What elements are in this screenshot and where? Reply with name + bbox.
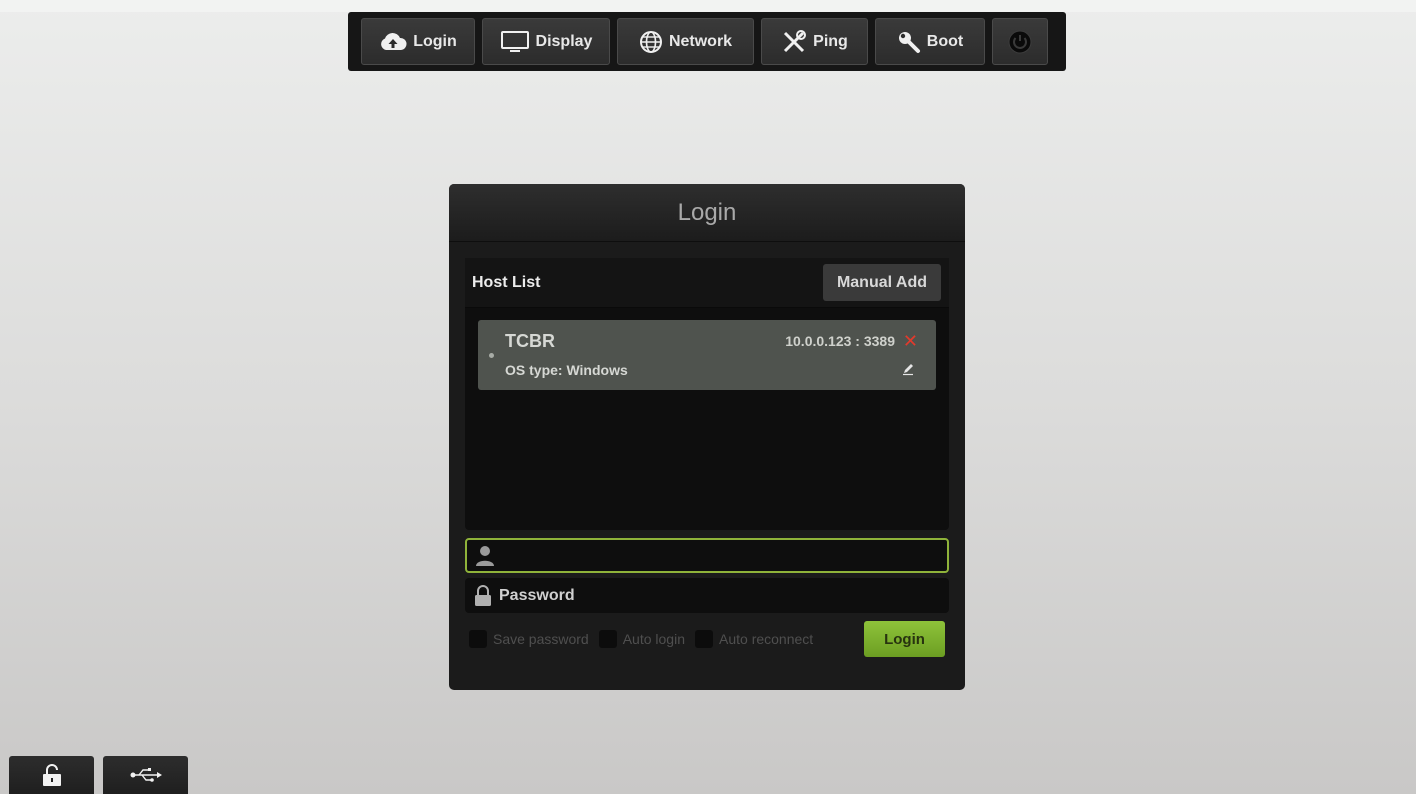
save-password-checkbox[interactable] [469,630,487,648]
auto-login-checkbox[interactable] [598,630,617,648]
username-input[interactable] [501,546,939,565]
power-icon [1008,30,1032,53]
top-toolbar: Login Display Network Ping Boot [348,12,1066,71]
password-input[interactable] [499,586,941,605]
toolbar-display-label: Display [535,32,593,50]
host-status-dot [489,353,494,358]
host-os-type: OS type: Windows [505,362,628,378]
password-field[interactable] [465,578,949,613]
dialog-title: Login [449,184,965,242]
usb-icon [130,768,162,782]
tools-icon [784,29,807,52]
host-address: 10.0.0.123 : 3389 [785,333,895,349]
toolbar-boot-button[interactable]: Boot [875,18,985,65]
toolbar-login-button[interactable]: Login [361,18,475,65]
lock-icon [42,764,61,786]
auto-reconnect-label: Auto reconnect [719,631,814,647]
edit-host-icon[interactable] [901,362,915,376]
user-icon [476,545,494,566]
login-button[interactable]: Login [864,621,945,657]
toolbar-display-button[interactable]: Display [482,18,610,65]
host-list-item[interactable]: TCBR OS type: Windows 10.0.0.123 : 3389 … [478,320,936,390]
auto-login-label: Auto login [622,631,685,647]
auto-reconnect-option[interactable]: Auto reconnect [695,630,813,648]
wrench-icon [898,31,920,53]
toolbar-ping-button[interactable]: Ping [761,18,868,65]
save-password-option[interactable]: Save password [469,630,589,648]
toolbar-ping-label: Ping [813,32,848,50]
host-name: TCBR [505,331,555,351]
top-strip [0,0,1416,12]
username-field[interactable] [465,538,949,573]
save-password-label: Save password [493,631,589,647]
auto-reconnect-checkbox[interactable] [695,630,713,648]
login-dialog: Login Host List Manual Add TCBR OS type:… [449,184,965,690]
usb-button[interactable] [103,756,188,794]
toolbar-network-button[interactable]: Network [617,18,754,65]
toolbar-boot-label: Boot [926,32,964,50]
cloud-upload-icon [381,32,407,50]
host-list-header: Host List Manual Add [465,258,949,308]
monitor-icon [500,30,529,52]
host-list-panel: Host List Manual Add TCBR OS type: Windo… [465,258,949,530]
delete-host-icon[interactable]: ✕ [903,331,918,352]
lock-icon [475,584,491,606]
host-list-title: Host List [472,273,541,291]
manual-add-button[interactable]: Manual Add [823,264,941,301]
toolbar-login-label: Login [413,32,457,50]
auto-login-option[interactable]: Auto login [598,630,685,648]
toolbar-power-button[interactable] [992,18,1048,65]
lock-button[interactable] [9,756,94,794]
toolbar-network-label: Network [668,32,733,50]
globe-icon [639,30,662,53]
